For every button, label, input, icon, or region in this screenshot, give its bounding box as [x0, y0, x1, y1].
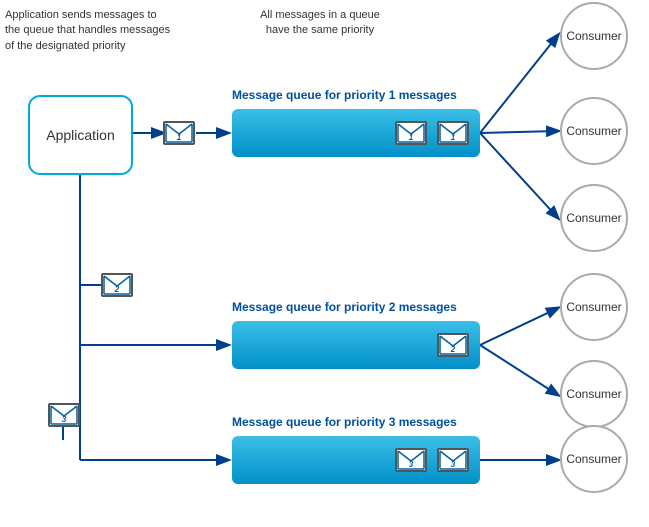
- annotation-queue: All messages in a queue have the same pr…: [240, 8, 400, 39]
- q3-msg1: 3: [395, 448, 427, 472]
- svg-text:1: 1: [177, 133, 182, 142]
- queue3-icons: 3 3: [392, 448, 472, 472]
- application-label: Application: [46, 127, 115, 143]
- queue1-bar: 1 1: [232, 109, 480, 157]
- svg-text:1: 1: [451, 133, 456, 142]
- diagram: Application sends messages to the queue …: [0, 0, 649, 527]
- queue1-label: Message queue for priority 1 messages: [232, 88, 457, 102]
- msg-icon-p3-single: 3: [45, 403, 83, 428]
- q1-msg1: 1: [395, 121, 427, 145]
- queue3-label: Message queue for priority 3 messages: [232, 415, 457, 429]
- q3-msg2: 3: [437, 448, 469, 472]
- consumer-circle-6: Consumer: [560, 425, 628, 493]
- svg-text:1: 1: [409, 133, 414, 142]
- svg-text:2: 2: [114, 285, 120, 294]
- consumer-circle-2: Consumer: [560, 97, 628, 165]
- consumer-circle-4: Consumer: [560, 273, 628, 341]
- msg-icon-p2-single: 2: [98, 273, 136, 298]
- queue1-icons: 1 1: [392, 121, 472, 145]
- queue2-bar: 2: [232, 321, 480, 369]
- svg-text:3: 3: [409, 460, 414, 469]
- queue3-bar: 3 3: [232, 436, 480, 484]
- queue2-icons: 2: [434, 333, 472, 357]
- consumer-circle-1: Consumer: [560, 2, 628, 70]
- msg-envelope-p3a: 3: [48, 403, 80, 427]
- annotation-app: Application sends messages to the queue …: [5, 8, 180, 54]
- consumer-circle-3: Consumer: [560, 184, 628, 252]
- q1-msg2: 1: [437, 121, 469, 145]
- application-box: Application: [28, 95, 133, 175]
- consumer-circle-5: Consumer: [560, 360, 628, 428]
- q2-msg1: 2: [437, 333, 469, 357]
- queue2-label: Message queue for priority 2 messages: [232, 300, 457, 314]
- svg-text:2: 2: [450, 345, 456, 354]
- msg-icon-p1-single: 1: [160, 121, 198, 145]
- msg-envelope-p2a: 2: [101, 273, 133, 297]
- svg-text:3: 3: [451, 460, 456, 469]
- msg-envelope-p1a: 1: [163, 121, 195, 145]
- svg-text:3: 3: [62, 415, 67, 424]
